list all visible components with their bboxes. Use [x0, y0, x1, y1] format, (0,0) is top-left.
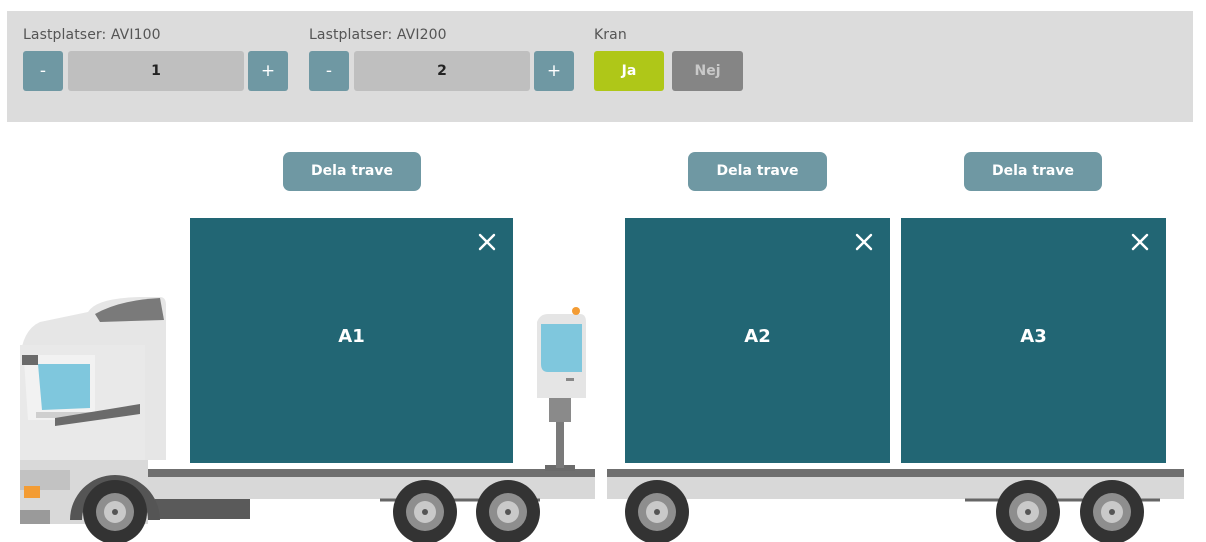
split-stack-button-a3[interactable]: Dela trave: [964, 152, 1102, 191]
cargo-stack-label: A3: [1020, 326, 1047, 347]
split-stack-button-a2[interactable]: Dela trave: [688, 152, 827, 191]
close-icon[interactable]: [1130, 232, 1150, 252]
cargo-stack-a3[interactable]: A3: [901, 218, 1166, 463]
cargo-stack-a1[interactable]: A1: [190, 218, 513, 463]
close-icon[interactable]: [477, 232, 497, 252]
cargo-stack-label: A2: [744, 326, 771, 347]
cargo-stack-a2[interactable]: A2: [625, 218, 890, 463]
cargo-stack-label: A1: [338, 326, 365, 347]
split-stack-button-a1[interactable]: Dela trave: [283, 152, 421, 191]
close-icon[interactable]: [854, 232, 874, 252]
